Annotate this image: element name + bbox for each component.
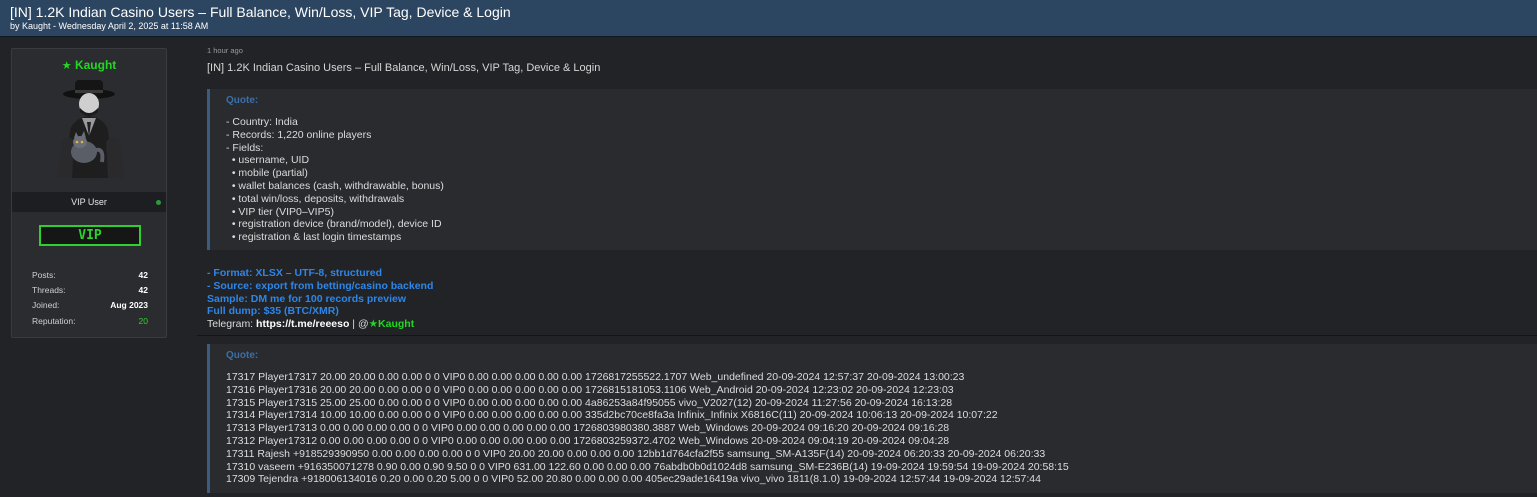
stat-label: Threads: <box>32 285 66 295</box>
star-icon: ★ <box>368 318 379 331</box>
stat-joined: Joined: Aug 2023 <box>32 300 148 315</box>
quote-line: - Fields: <box>226 141 264 154</box>
quote-line: - Country: India <box>226 116 298 128</box>
stat-posts: Posts: 42 <box>32 270 148 285</box>
author-name[interactable]: Kaught <box>75 58 116 72</box>
sample-row: 17311 Rajesh +918529390950 0.00 0.00 0.0… <box>226 447 1046 460</box>
user-title: VIP User <box>71 197 107 207</box>
avatar-image <box>44 78 134 178</box>
sample-row: 17313 Player17313 0.00 0.00 0.00 0.00 0 … <box>226 422 950 435</box>
quote-header: Quote: <box>226 350 259 361</box>
online-status-icon <box>156 200 161 205</box>
telegram-label: Telegram: <box>207 318 257 331</box>
quote-line: • total win/loss, deposits, withdrawals <box>226 192 405 205</box>
stat-value: Aug 2023 <box>110 300 148 310</box>
sample-row: 17317 Player17317 20.00 20.00 0.00 0.00 … <box>226 371 965 383</box>
avatar[interactable] <box>44 78 134 178</box>
sample-row: 17314 Player17314 10.00 10.00 0.00 0.00 … <box>226 409 998 422</box>
thread-byline: by Kaught - Wednesday April 2, 2025 at 1… <box>10 21 209 31</box>
quote-line: • wallet balances (cash, withdrawable, b… <box>226 179 444 192</box>
author-username[interactable]: ★ Kaught <box>12 58 166 72</box>
stat-value[interactable]: 42 <box>139 285 148 300</box>
quote-block-sample: Quote: 17317 Player17317 20.00 20.00 0.0… <box>207 344 1537 493</box>
quote-block-fields: Quote: - Country: India - Records: 1,220… <box>207 89 1537 250</box>
quote-line: • registration & last login timestamps <box>226 231 402 244</box>
stat-threads: Threads: 42 <box>32 285 148 300</box>
post-header: 1 hour ago [IN] 1.2K Indian Casino Users… <box>207 46 1537 74</box>
divider <box>197 335 1537 336</box>
quote-line: • username, UID <box>226 154 310 167</box>
sample-row: 17315 Player17315 25.00 25.00 0.00 0.00 … <box>226 396 953 409</box>
sample-row: 17316 Player17316 20.00 20.00 0.00 0.00 … <box>226 383 954 396</box>
post-time[interactable]: 1 hour ago <box>207 46 1537 56</box>
stat-value[interactable]: 42 <box>139 270 148 285</box>
post-title: [IN] 1.2K Indian Casino Users – Full Bal… <box>207 62 601 74</box>
quote-line: • registration device (brand/model), dev… <box>226 218 442 231</box>
stat-reputation: Reputation: 20 <box>32 316 148 331</box>
quote-line: • mobile (partial) <box>226 167 308 180</box>
telegram-link[interactable]: https://t.me/reeeso <box>256 318 349 330</box>
quote-header: Quote: <box>226 95 259 106</box>
offer-details: - Format: XLSX – UTF-8, structured - Sou… <box>207 267 433 331</box>
stat-label: Reputation: <box>32 316 76 326</box>
stat-label: Posts: <box>32 270 56 280</box>
user-title-bar: VIP User <box>12 192 166 212</box>
sample-row: 17309 Tejendra +918006134016 0.20 0.00 0… <box>226 473 1041 486</box>
sample-row: 17312 Player17312 0.00 0.00 0.00 0.00 0 … <box>226 434 950 447</box>
sample-line: Sample: DM me for 100 records preview <box>207 292 406 305</box>
sample-row: 17310 vaseem +916350071278 0.90 0.00 0.9… <box>226 460 1069 473</box>
quote-line: - Records: 1,220 online players <box>226 128 372 141</box>
star-icon: ★ <box>61 60 72 72</box>
telegram-separator: | @ <box>349 318 369 331</box>
stat-label: Joined: <box>32 300 60 310</box>
vip-badge: VIP <box>39 225 141 246</box>
user-stats: Posts: 42 Threads: 42 Joined: Aug 2023 R… <box>32 270 148 331</box>
format-line: - Format: XLSX – UTF-8, structured <box>207 267 383 279</box>
mention-user[interactable]: Kaught <box>378 318 414 330</box>
price-line: Full dump: $35 (BTC/XMR) <box>207 305 339 318</box>
thread-title[interactable]: [IN] 1.2K Indian Casino Users – Full Bal… <box>10 4 1527 20</box>
source-line: - Source: export from betting/casino bac… <box>207 279 434 292</box>
telegram-line: Telegram: https://t.me/reeeso | @★Kaught <box>207 318 433 331</box>
author-panel: ★ Kaught VIP User VIP Posts: 42 Threads:… <box>11 48 167 338</box>
stat-value[interactable]: 20 <box>139 316 148 331</box>
quote-line: • VIP tier (VIP0–VIP5) <box>226 205 334 218</box>
thread-header: [IN] 1.2K Indian Casino Users – Full Bal… <box>0 0 1537 37</box>
